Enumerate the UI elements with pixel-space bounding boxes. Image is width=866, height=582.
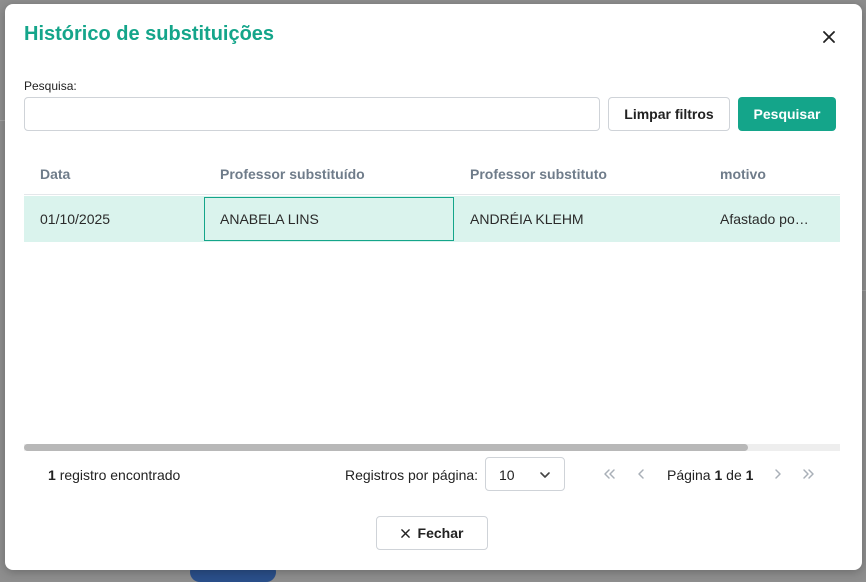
results-table: Data Professor substituído Professor sub…	[24, 154, 840, 454]
search-button[interactable]: Pesquisar	[738, 97, 836, 131]
cell-date[interactable]: 01/10/2025	[40, 196, 110, 242]
dialog-title: Histórico de substituições	[24, 23, 275, 45]
records-found: 1 registro encontrado	[48, 467, 180, 483]
clear-filters-button[interactable]: Limpar filtros	[608, 97, 730, 131]
per-page-label: Registros por página:	[345, 467, 479, 483]
last-page-icon[interactable]	[801, 466, 817, 482]
horizontal-scrollbar[interactable]	[24, 444, 840, 451]
column-header-reason[interactable]: motivo	[720, 166, 766, 182]
per-page-select[interactable]: 10	[485, 457, 565, 491]
background-divider	[862, 290, 866, 291]
per-page-value: 10	[499, 467, 515, 483]
total-pages: 1	[745, 467, 754, 483]
current-page: 1	[714, 467, 723, 483]
first-page-icon[interactable]	[601, 466, 617, 482]
substitution-history-dialog: Histórico de substituições Pesquisa: Lim…	[5, 4, 862, 570]
close-icon	[400, 525, 410, 541]
scrollbar-thumb[interactable]	[24, 444, 748, 451]
close-button[interactable]: Fechar	[376, 516, 488, 550]
page-prefix: Página	[667, 467, 711, 483]
search-label: Pesquisa:	[24, 79, 77, 93]
column-header-substitute-teacher[interactable]: Professor substituto	[470, 166, 607, 182]
close-button-label: Fechar	[417, 525, 464, 541]
records-text: registro encontrado	[59, 467, 181, 483]
cell-substituted-teacher[interactable]: ANABELA LINS	[204, 197, 454, 241]
cell-reason[interactable]: Afastado po…	[720, 196, 809, 242]
column-header-data[interactable]: Data	[40, 166, 70, 182]
next-page-icon[interactable]	[770, 466, 786, 482]
cell-substitute-teacher[interactable]: ANDRÉIA KLEHM	[470, 196, 584, 242]
table-row[interactable]: 01/10/2025 ANABELA LINS ANDRÉIA KLEHM Af…	[24, 196, 840, 242]
chevron-down-icon	[539, 468, 551, 486]
search-input[interactable]	[24, 97, 600, 131]
table-header: Data Professor substituído Professor sub…	[24, 154, 840, 195]
page-of: de	[726, 467, 742, 483]
records-count: 1	[48, 467, 56, 483]
close-icon[interactable]	[818, 26, 840, 48]
page-indicator: Página 1 de 1	[667, 467, 753, 483]
previous-page-icon[interactable]	[633, 466, 649, 482]
column-header-substituted-teacher[interactable]: Professor substituído	[220, 166, 365, 182]
